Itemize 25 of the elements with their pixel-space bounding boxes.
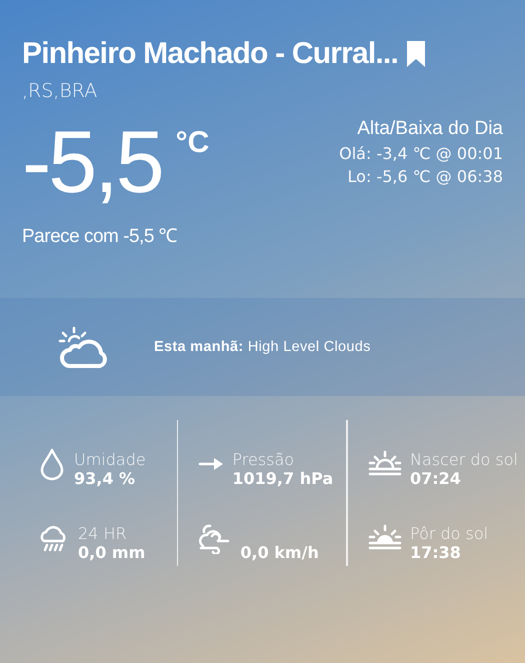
bookmark-icon[interactable]: [406, 40, 426, 68]
stat-value: 1019,7 hPa: [232, 469, 334, 488]
temperature-unit: °C: [176, 126, 210, 160]
daily-low: Lo: -5,6 ℃ @ 06:38: [348, 167, 503, 186]
stat-value: 0,0 km/h: [240, 543, 319, 562]
sunset-icon: [368, 524, 402, 552]
stat-value: 17:38: [410, 543, 462, 562]
stat-label: Pôr do sol: [410, 524, 488, 543]
forecast-text: Esta manhã: High Level Clouds: [154, 339, 371, 355]
daily-high: Olá: -3,4 ℃ @ 00:01: [339, 144, 503, 163]
location-region: ,RS,BRA: [22, 80, 98, 102]
stat-label: Umidade: [74, 450, 146, 469]
stat-value: 07:24: [410, 469, 462, 488]
water-drop-icon: [38, 447, 66, 481]
stat-label: Pressão: [232, 450, 296, 469]
location-title: Pinheiro Machado - Curral...: [22, 36, 398, 72]
stat-label: 24 HR: [78, 524, 128, 543]
current-temperature: -5,5: [22, 112, 162, 212]
feels-like: Parece com -5,5 ℃: [22, 225, 178, 248]
sunrise-icon: [368, 450, 402, 478]
stat-value: 93,4 %: [74, 469, 136, 488]
daily-title: Alta/Baixa do Dia: [357, 118, 503, 140]
stat-label: Nascer do sol: [410, 450, 518, 469]
arrow-right-icon: [198, 456, 224, 472]
stat-value: 0,0 mm: [78, 543, 146, 562]
